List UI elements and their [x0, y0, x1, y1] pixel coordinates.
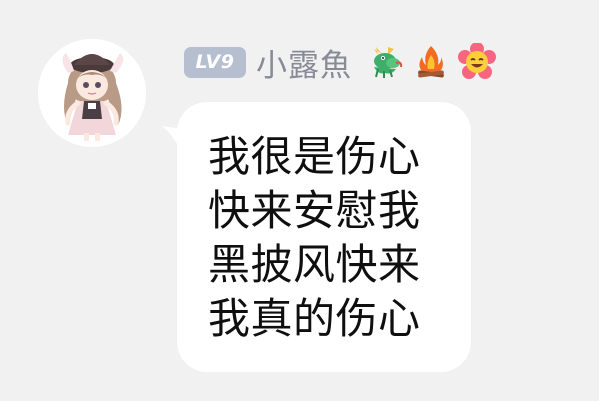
- avatar[interactable]: [38, 39, 146, 147]
- dragon-icon[interactable]: [366, 43, 404, 81]
- message-line: 我很是伤心: [208, 132, 421, 181]
- level-badge: LV9: [184, 46, 246, 78]
- message-line: 黑披风快来: [208, 240, 421, 289]
- campfire-icon[interactable]: [412, 43, 450, 81]
- username[interactable]: 小露魚: [256, 40, 352, 85]
- flower-face-icon[interactable]: [458, 43, 496, 81]
- avatar-image: [38, 39, 146, 147]
- message-bubble[interactable]: 我很是伤心 快来安慰我 黑披风快来 我真的伤心: [160, 102, 472, 372]
- message-line: 我真的伤心: [208, 294, 421, 343]
- message-line: 快来安慰我: [208, 186, 421, 235]
- message-header: LV9 小露魚: [184, 40, 496, 84]
- message-text: 我很是伤心 快来安慰我 黑披风快来 我真的伤心: [177, 102, 471, 372]
